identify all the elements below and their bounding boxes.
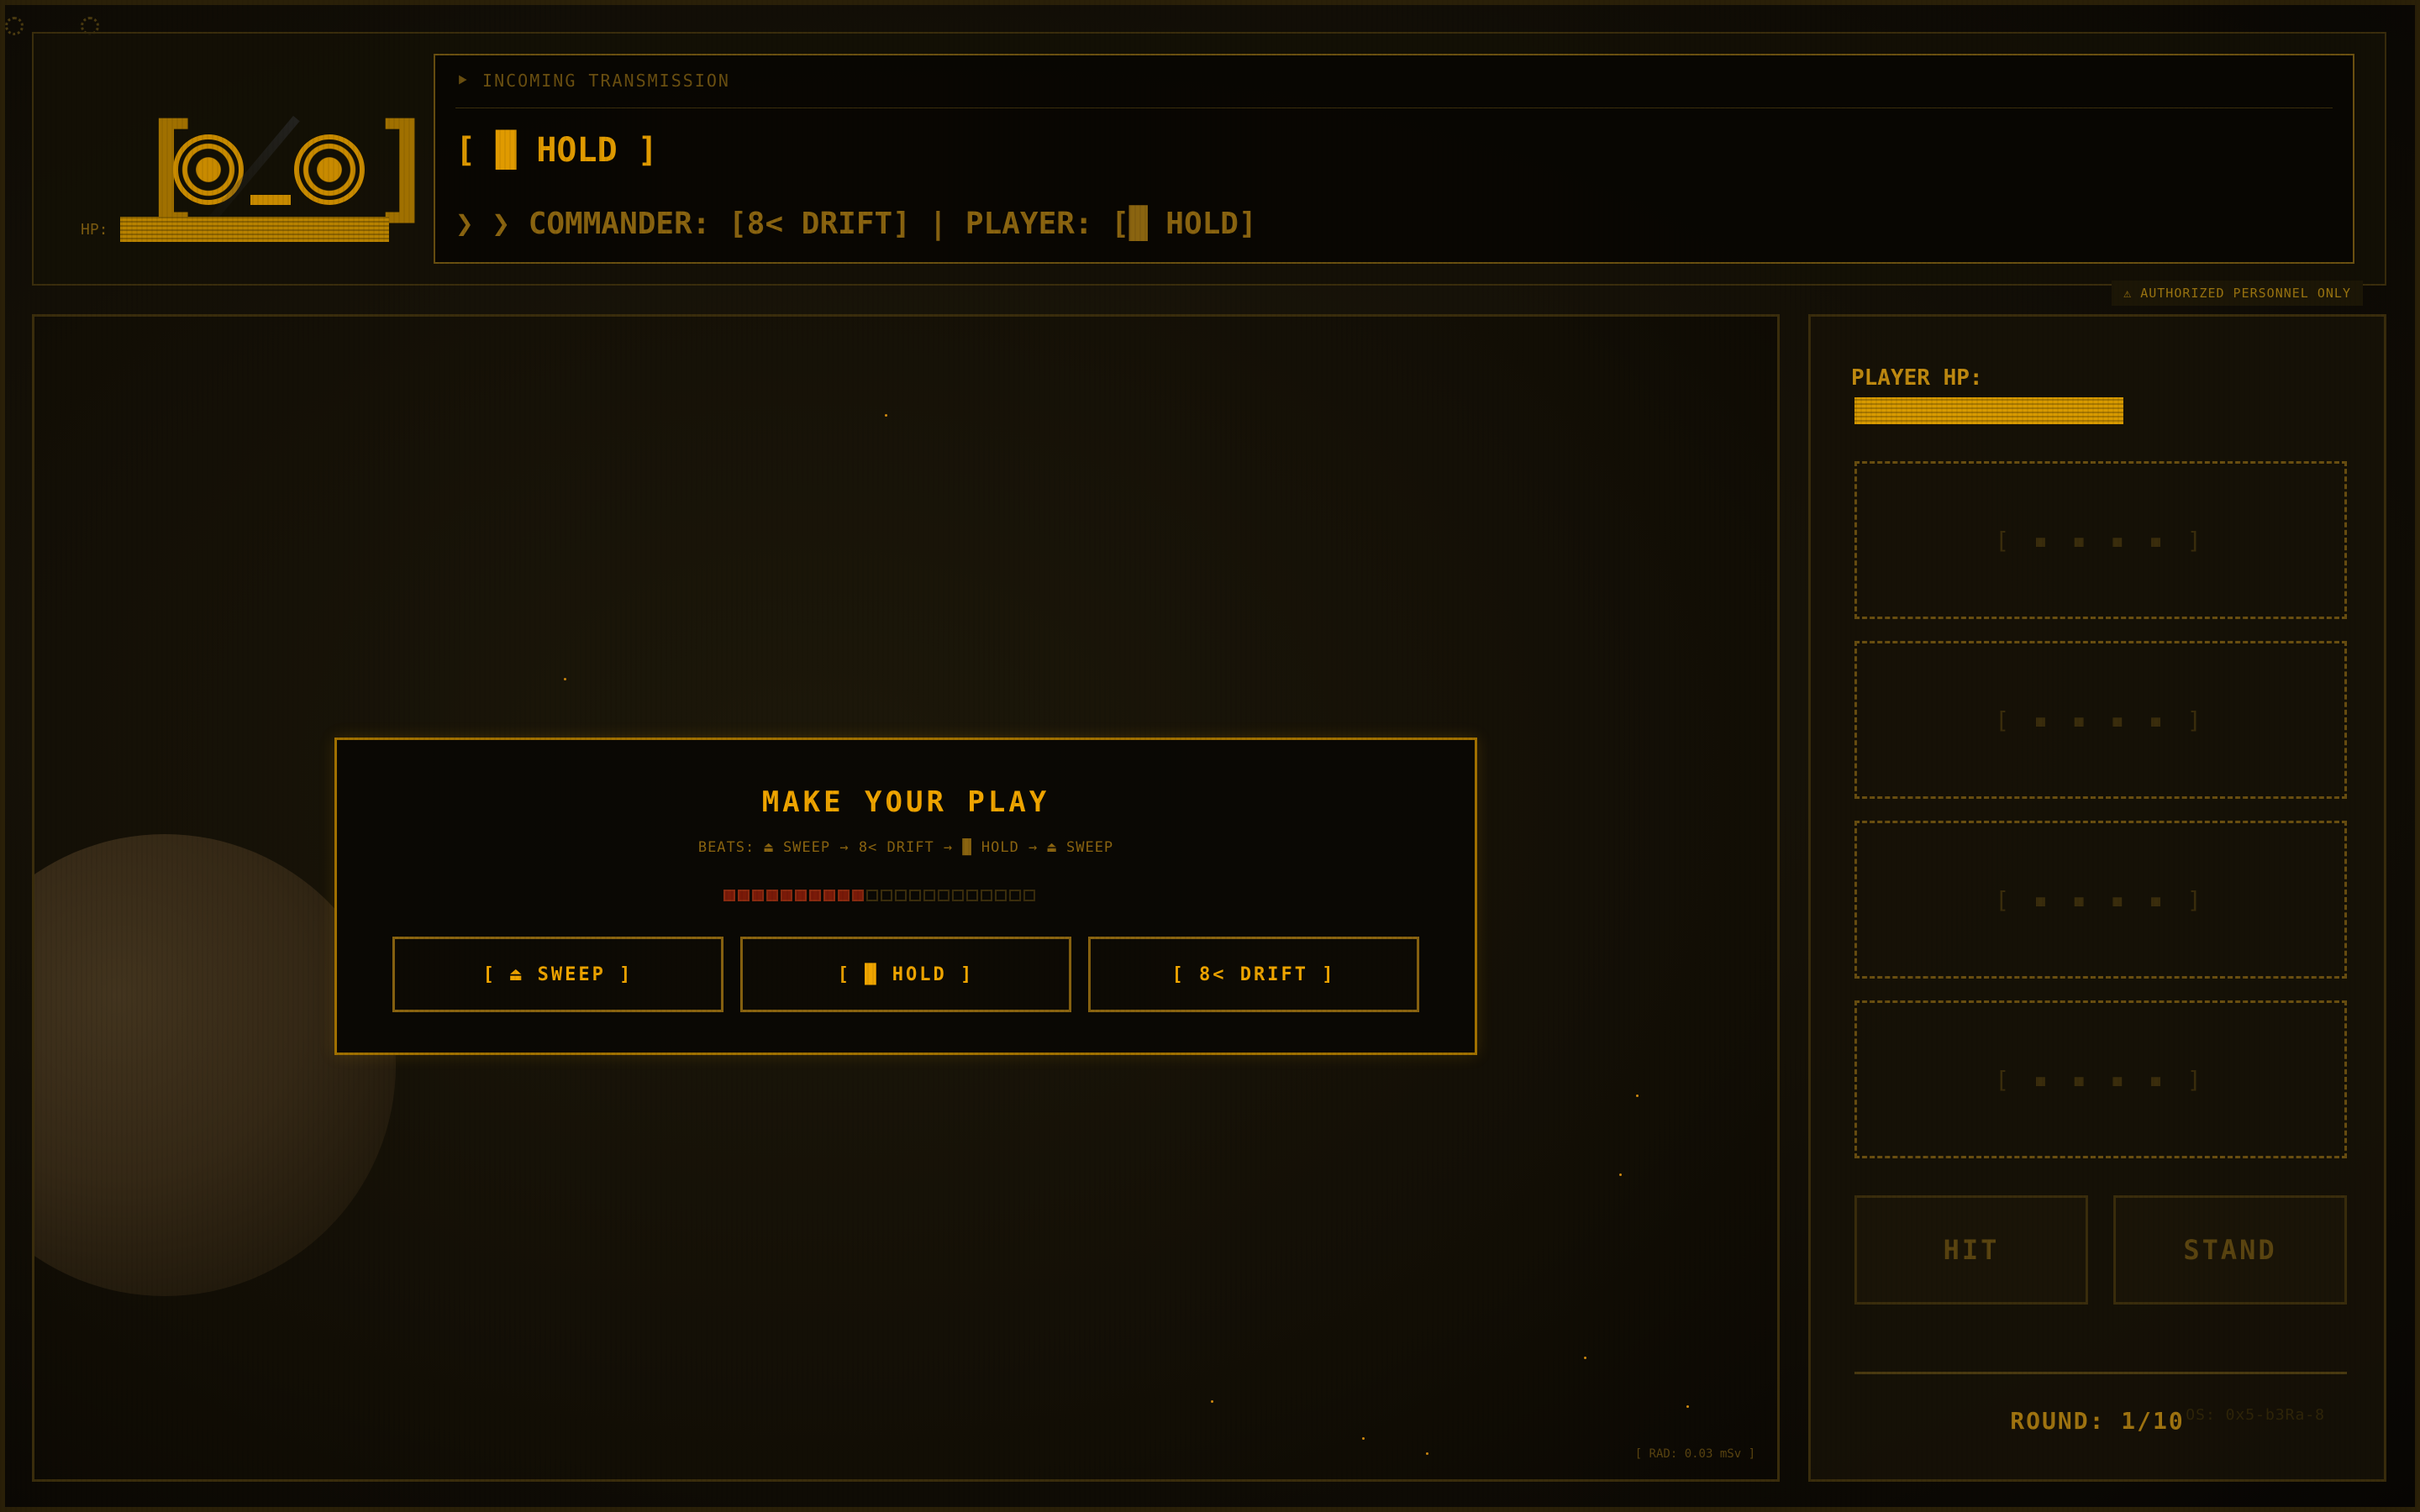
timer-segment xyxy=(1023,890,1035,901)
timer-segment xyxy=(723,890,735,901)
star xyxy=(564,678,566,680)
stand-button[interactable]: STAND xyxy=(2113,1195,2347,1305)
modal-title: MAKE YOUR PLAY xyxy=(761,785,1050,819)
divider xyxy=(1854,1372,2347,1374)
timer-segment xyxy=(952,890,964,901)
mouth-icon xyxy=(250,195,291,205)
face-bracket-right: ] xyxy=(368,99,439,236)
sweep-button[interactable]: [ ⏏ SWEEP ] xyxy=(392,937,723,1012)
star xyxy=(1636,1095,1639,1097)
commander-avatar: [ ] xyxy=(134,109,439,238)
card-slot: [ ▪ ▪ ▪ ▪ ] xyxy=(1854,821,2347,979)
gear-icon xyxy=(5,17,24,35)
timer-segment xyxy=(938,890,950,901)
eye-icon xyxy=(294,134,365,205)
player-hp-bar xyxy=(1854,397,2123,424)
star xyxy=(1211,1400,1213,1403)
timer-segment xyxy=(738,890,750,901)
timer-segment xyxy=(909,890,921,901)
player-panel: PLAYER HP: [ ▪ ▪ ▪ ▪ ] [ ▪ ▪ ▪ ▪ ] [ ▪ ▪… xyxy=(1808,314,2386,1482)
timer-segment xyxy=(781,890,792,901)
star xyxy=(1426,1452,1428,1455)
timer-segment xyxy=(838,890,850,901)
rad-readout: [ RAD: 0.03 mSv ] xyxy=(1634,1447,1755,1461)
timer-segment xyxy=(895,890,907,901)
star xyxy=(885,414,887,417)
card-slot: [ ▪ ▪ ▪ ▪ ] xyxy=(1854,461,2347,619)
header: [ ] HP: ⯈ INCOMING TRANSMISSION [ █ HOLD… xyxy=(32,32,2386,286)
turn-timer xyxy=(723,890,1035,901)
drift-button[interactable]: [ 8< DRIFT ] xyxy=(1088,937,1419,1012)
commander-hp: HP: xyxy=(81,217,389,242)
timer-segment xyxy=(866,890,878,901)
timer-segment xyxy=(1009,890,1021,901)
card-slot: [ ▪ ▪ ▪ ▪ ] xyxy=(1854,641,2347,799)
version-label: OS: 0x5-b3Ra-8 xyxy=(2186,1406,2325,1424)
transmission-panel: ⯈ INCOMING TRANSMISSION [ █ HOLD ] ❯ ❯ C… xyxy=(434,54,2354,264)
timer-segment xyxy=(981,890,992,901)
current-move: [ █ HOLD ] xyxy=(455,131,658,170)
play-modal: MAKE YOUR PLAY BEATS: ⏏ SWEEP → 8< DRIFT… xyxy=(334,738,1477,1055)
timer-segment xyxy=(995,890,1007,901)
beats-hint: BEATS: ⏏ SWEEP → 8< DRIFT → █ HOLD → ⏏ S… xyxy=(697,839,1114,856)
star xyxy=(1584,1357,1586,1359)
timer-segment xyxy=(752,890,764,901)
timer-segment xyxy=(766,890,778,901)
star xyxy=(1619,1173,1622,1176)
timer-segment xyxy=(923,890,935,901)
transmission-title: ⯈ INCOMING TRANSMISSION xyxy=(455,71,730,91)
timer-segment xyxy=(823,890,835,901)
hold-button[interactable]: [ █ HOLD ] xyxy=(740,937,1071,1012)
auth-badge: ⚠ AUTHORIZED PERSONNEL ONLY xyxy=(2112,281,2363,306)
round-status: ❯ ❯ COMMANDER: [8< DRIFT] | PLAYER: [█ H… xyxy=(455,207,1257,241)
timer-segment xyxy=(966,890,978,901)
hit-button[interactable]: HIT xyxy=(1854,1195,2088,1305)
timer-segment xyxy=(852,890,864,901)
star xyxy=(1362,1437,1365,1440)
timer-segment xyxy=(795,890,807,901)
timer-segment xyxy=(881,890,892,901)
commander-hp-label: HP: xyxy=(81,220,108,239)
commander-hp-bar xyxy=(119,217,389,242)
timer-segment xyxy=(809,890,821,901)
star xyxy=(1686,1405,1689,1408)
card-slot: [ ▪ ▪ ▪ ▪ ] xyxy=(1854,1000,2347,1158)
player-hp-label: PLAYER HP: xyxy=(1851,365,1983,391)
